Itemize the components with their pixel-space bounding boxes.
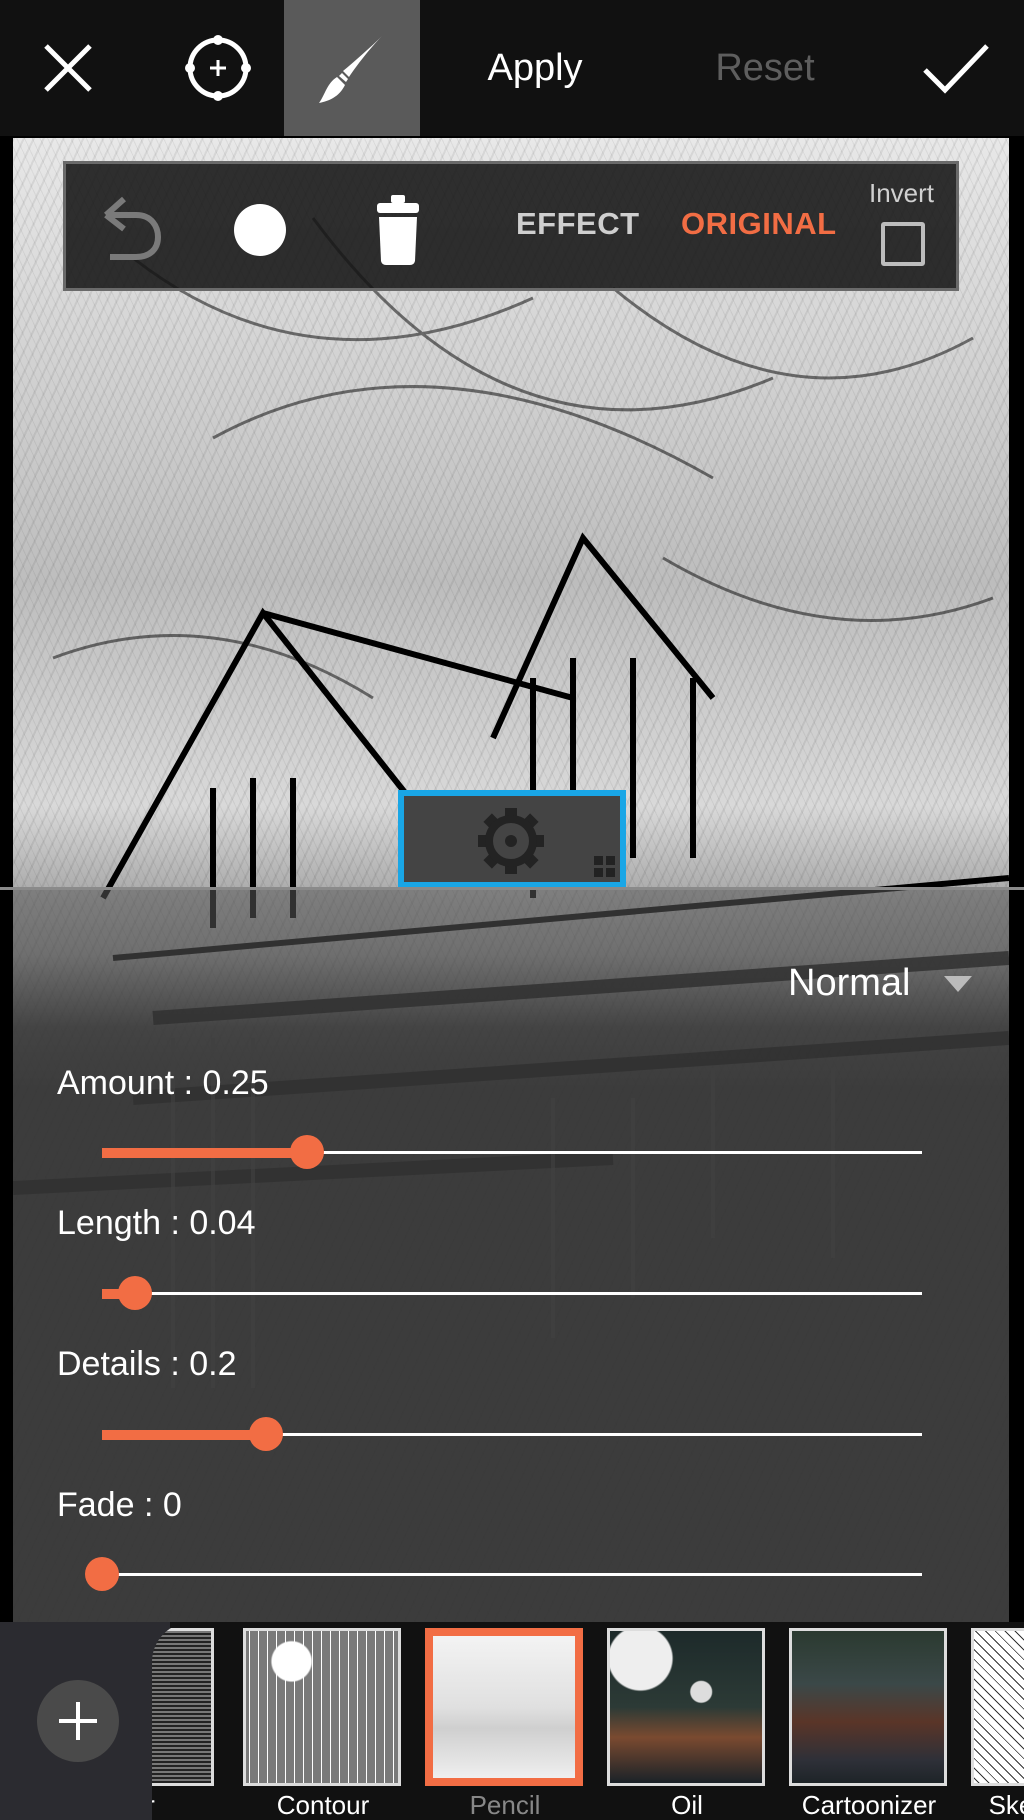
done-button[interactable] xyxy=(888,0,1024,136)
filter-name: Pencil xyxy=(469,1790,541,1820)
filter-item[interactable]: Contour xyxy=(243,1622,403,1820)
original-mode-button[interactable]: ORIGINAL xyxy=(681,206,837,242)
filter-thumbnail xyxy=(243,1628,401,1786)
crosshair-target-icon xyxy=(185,35,251,101)
slider-thumb[interactable] xyxy=(118,1276,152,1310)
filter-name: Oil xyxy=(671,1790,703,1820)
slider-thumb[interactable] xyxy=(85,1557,119,1591)
gear-icon xyxy=(478,808,544,874)
add-effect-button[interactable] xyxy=(37,1680,119,1762)
length-slider[interactable] xyxy=(102,1276,922,1310)
details-slider[interactable] xyxy=(102,1417,922,1451)
resize-grip-icon xyxy=(594,856,616,878)
undo-button[interactable] xyxy=(86,189,176,269)
clear-mask-button[interactable] xyxy=(368,194,428,266)
filter-name: Ske xyxy=(988,1790,1024,1820)
invert-label: Invert xyxy=(869,178,935,208)
effect-mode-button[interactable]: EFFECT xyxy=(516,206,640,242)
trash-icon xyxy=(377,195,419,265)
brush-tool-button[interactable] xyxy=(284,0,420,136)
filter-thumbnail xyxy=(607,1628,765,1786)
brush-size-button[interactable] xyxy=(234,204,286,256)
amount-slider[interactable] xyxy=(102,1135,922,1169)
add-panel xyxy=(0,1622,170,1820)
reset-button[interactable]: Reset xyxy=(700,0,830,136)
apply-button[interactable]: Apply xyxy=(470,0,600,136)
filter-thumbnail xyxy=(789,1628,947,1786)
undo-icon xyxy=(104,196,162,260)
filter-item[interactable]: Oil xyxy=(607,1622,767,1820)
fade-label: Fade : 0 xyxy=(57,1486,182,1524)
filter-thumbnail xyxy=(152,1628,214,1786)
slider-track xyxy=(102,1573,922,1576)
invert-checkbox[interactable] xyxy=(881,222,925,266)
brush-options-bar: EFFECT ORIGINAL Invert xyxy=(63,161,959,291)
dropdown-caret-icon xyxy=(944,975,973,992)
close-icon xyxy=(44,44,92,92)
target-button[interactable] xyxy=(150,0,286,136)
blend-mode-dropdown[interactable]: Normal xyxy=(788,962,973,1005)
settings-panel-toggle[interactable] xyxy=(398,790,626,888)
filter-strip: her Contour Pencil Oil Cartoonizer Ske xyxy=(0,1622,1024,1820)
slider-thumb[interactable] xyxy=(249,1417,283,1451)
amount-label: Amount : 0.25 xyxy=(57,1064,269,1102)
filter-thumbnail xyxy=(425,1628,583,1786)
close-button[interactable] xyxy=(0,0,136,136)
fade-slider[interactable] xyxy=(85,1557,922,1591)
slider-thumb[interactable] xyxy=(290,1135,324,1169)
slider-track xyxy=(102,1292,922,1295)
length-label: Length : 0.04 xyxy=(57,1204,256,1242)
top-toolbar: Apply Reset xyxy=(0,0,1024,136)
filter-name: Contour xyxy=(276,1790,370,1820)
panel-divider xyxy=(0,887,1024,890)
filter-item[interactable]: Ske xyxy=(971,1622,1024,1820)
blend-mode-value: Normal xyxy=(788,962,911,1004)
slider-fill xyxy=(102,1430,266,1440)
details-label: Details : 0.2 xyxy=(57,1345,237,1383)
filter-item[interactable]: her xyxy=(152,1622,216,1820)
filter-thumbnails[interactable]: her Contour Pencil Oil Cartoonizer Ske xyxy=(152,1622,1024,1820)
checkmark-icon xyxy=(923,44,989,94)
paintbrush-icon xyxy=(319,35,383,103)
plus-icon xyxy=(59,1702,97,1740)
filter-item[interactable]: Pencil xyxy=(425,1622,585,1820)
filter-thumbnail xyxy=(971,1628,1024,1786)
slider-fill xyxy=(102,1148,307,1158)
